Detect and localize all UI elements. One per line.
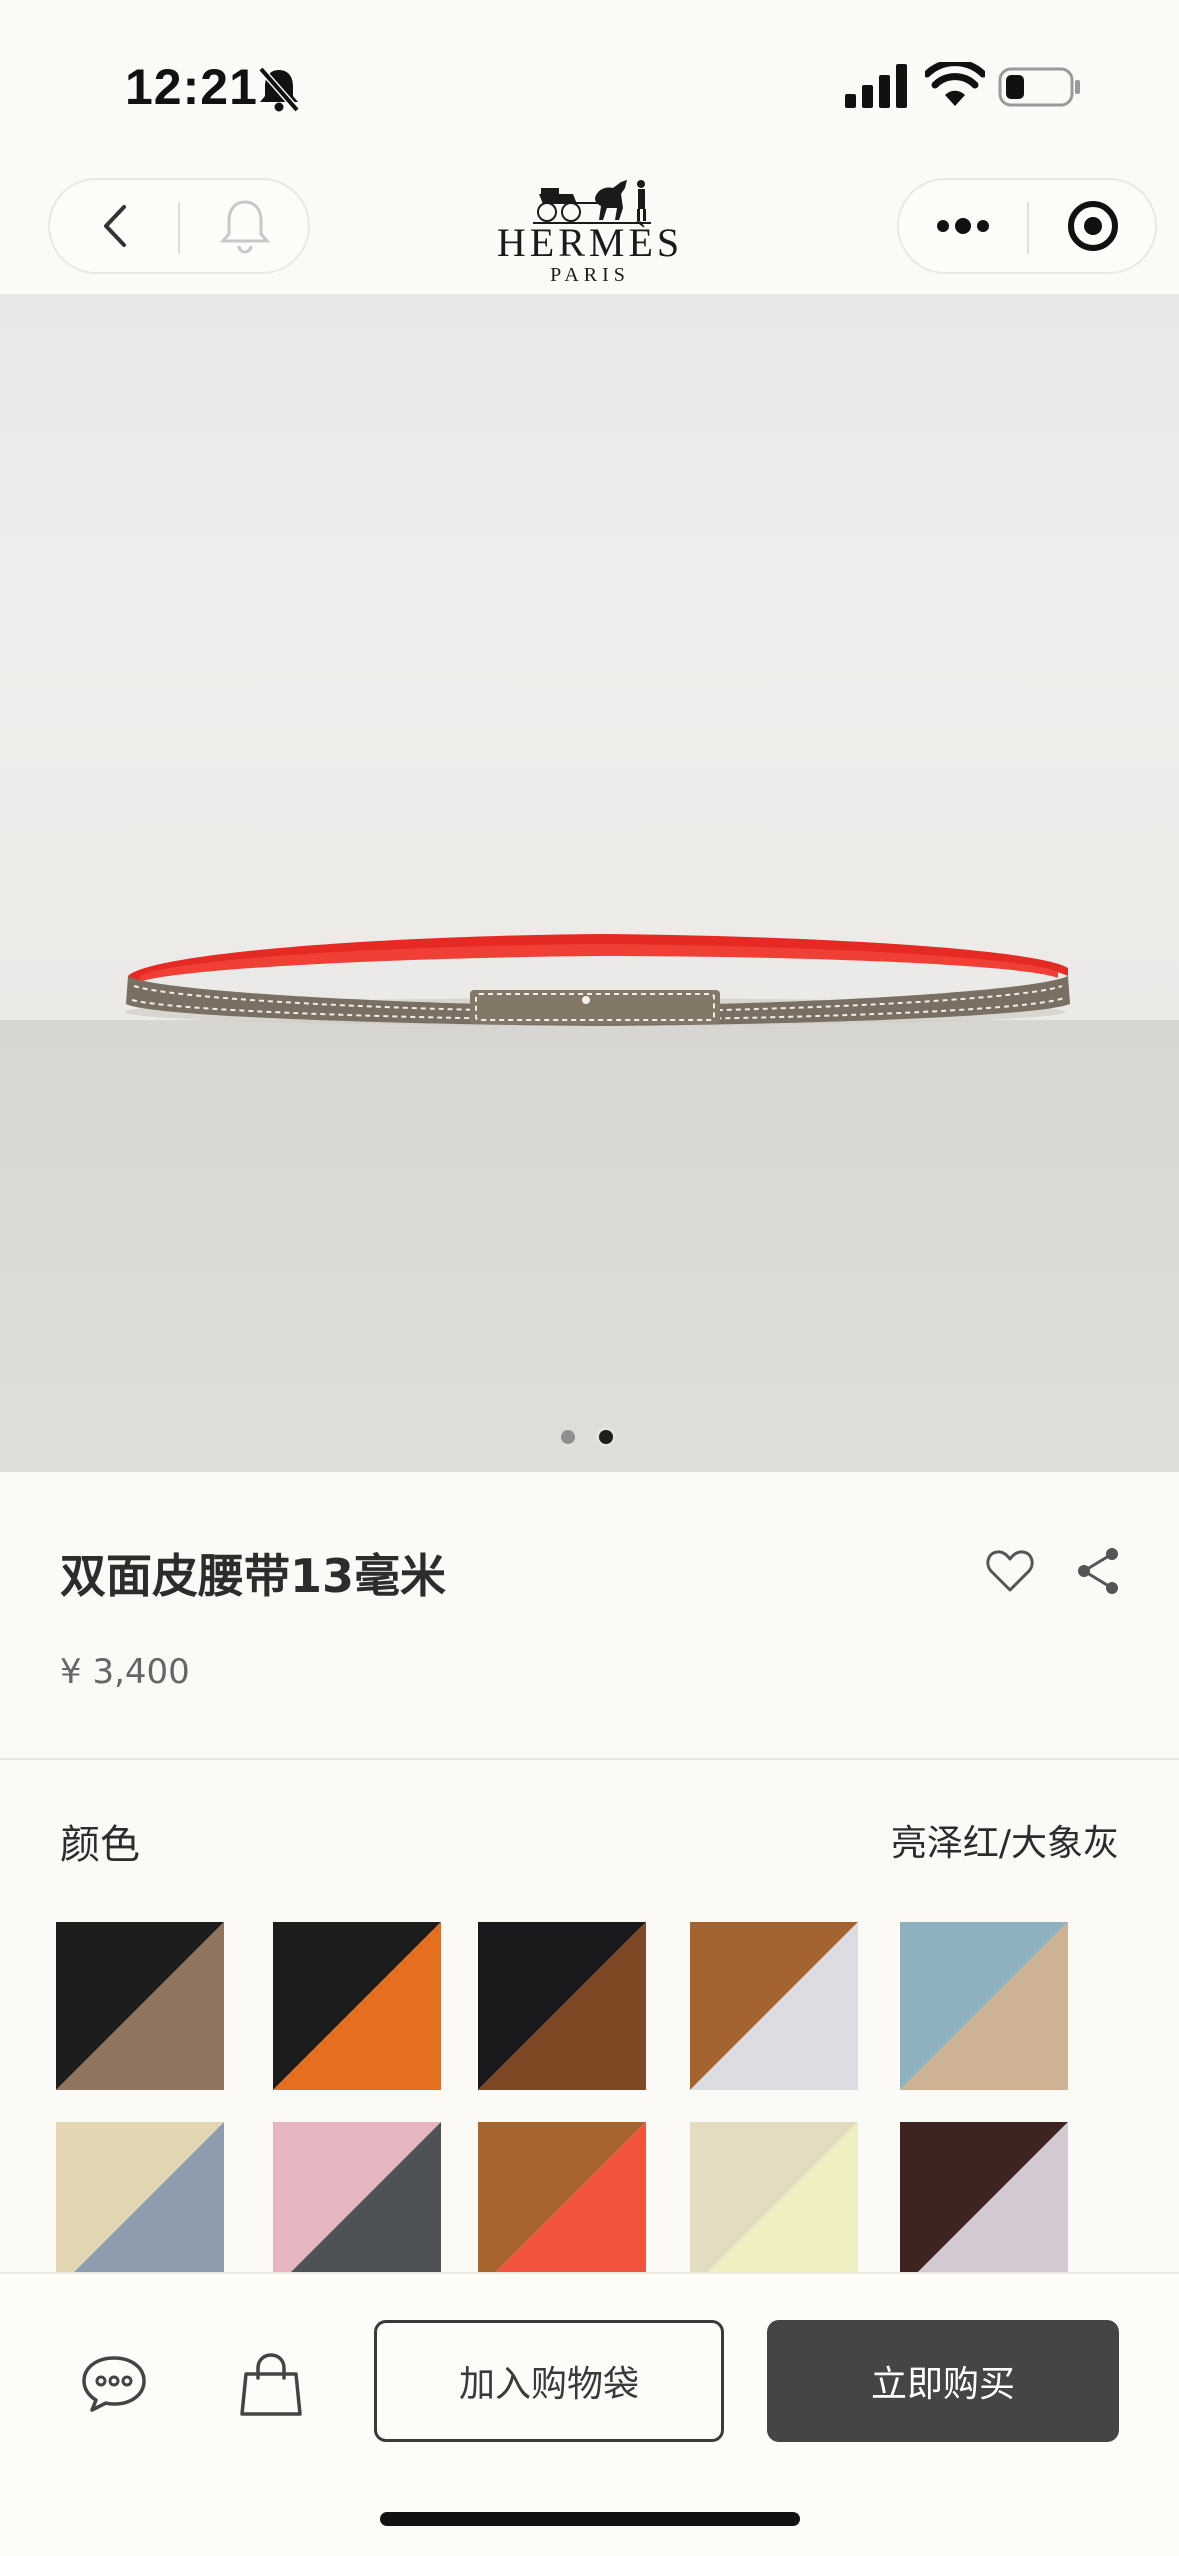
close-miniprogram-button[interactable] (1029, 180, 1157, 272)
buy-now-button[interactable]: 立即购买 (767, 2320, 1119, 2442)
bell-off-icon (258, 66, 300, 113)
selected-color-name: 亮泽红/大象灰 (890, 1823, 1119, 1864)
back-icon (104, 205, 126, 247)
color-swatch-black-brown[interactable] (478, 1922, 646, 2090)
wifi-icon (925, 62, 985, 106)
product-title: 双面皮腰带13毫米 (60, 1549, 447, 1603)
nav-right-pill (897, 178, 1157, 274)
status-time: 12:21 (125, 59, 258, 115)
color-swatch-chocolate-lilac[interactable] (900, 2122, 1068, 2290)
carousel-pagination (557, 1426, 629, 1450)
favorite-heart-icon[interactable] (985, 1548, 1035, 1594)
product-image-carousel[interactable] (0, 294, 1179, 1472)
brand-logo: HERMÈS PARIS (470, 168, 710, 298)
section-divider (0, 1758, 1179, 1760)
product-price: ¥ 3,400 (60, 1652, 190, 1692)
bell-icon (219, 200, 271, 254)
color-swatch-pink-grey[interactable] (273, 2122, 441, 2290)
color-swatch-gold-white[interactable] (690, 1922, 858, 2090)
brand-name: HERMÈS (496, 220, 684, 265)
color-swatch-black-orange[interactable] (273, 1922, 441, 2090)
color-swatch-blue-beige[interactable] (900, 1922, 1068, 2090)
target-icon (1068, 201, 1118, 251)
belt-product-image (125, 934, 1070, 1026)
color-swatch-black-taupe[interactable] (56, 1922, 224, 2090)
carriage-logo-icon (533, 180, 651, 224)
shopping-bag-icon[interactable] (238, 2352, 304, 2418)
add-to-cart-button[interactable]: 加入购物袋 (374, 2320, 724, 2442)
color-swatch-gold-red[interactable] (478, 2122, 646, 2290)
carousel-dot-1[interactable] (561, 1430, 575, 1444)
back-button[interactable] (50, 180, 180, 272)
subscribe-button[interactable] (180, 180, 310, 272)
chat-icon[interactable] (80, 2354, 148, 2414)
color-section-label: 颜色 (60, 1822, 140, 1868)
home-indicator[interactable] (380, 2512, 800, 2526)
brand-subtitle: PARIS (550, 264, 630, 286)
carousel-dot-2-active[interactable] (599, 1430, 613, 1444)
color-swatch-cream-blue[interactable] (56, 2122, 224, 2290)
color-swatch-cream-lemon[interactable] (690, 2122, 858, 2290)
more-icon (937, 218, 989, 234)
nav-left-pill (48, 178, 310, 274)
share-icon[interactable] (1076, 1546, 1122, 1596)
more-button[interactable] (899, 180, 1027, 272)
signal-icon (845, 64, 907, 108)
battery-icon (998, 67, 1080, 107)
